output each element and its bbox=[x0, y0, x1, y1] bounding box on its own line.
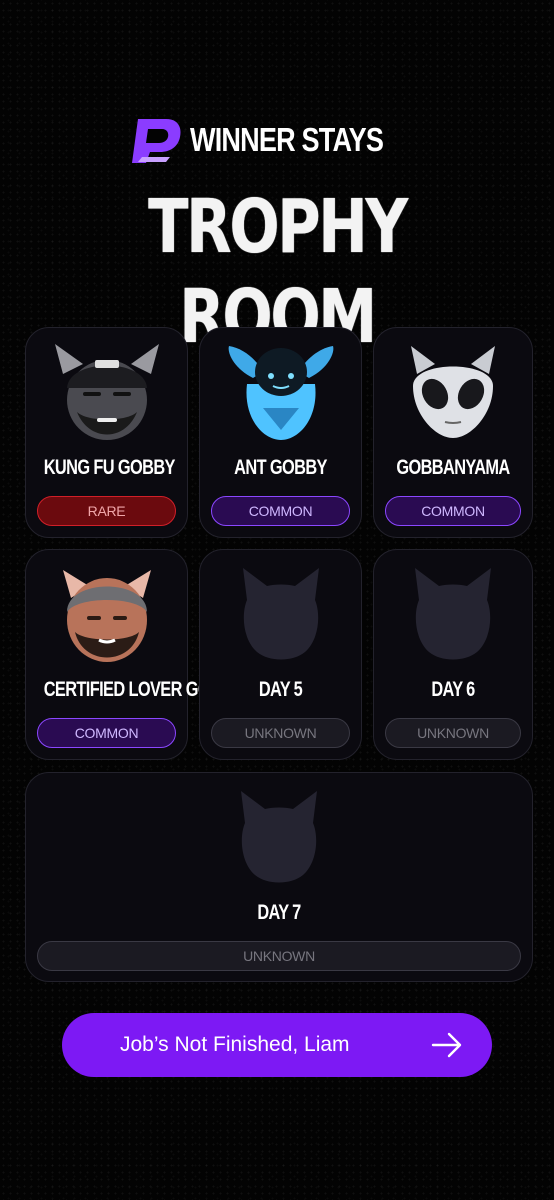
locked-silhouette-icon bbox=[241, 791, 317, 883]
kung-fu-gobby-avatar bbox=[54, 344, 159, 440]
rarity-badge: COMMON bbox=[37, 718, 176, 748]
rarity-badge: UNKNOWN bbox=[385, 718, 521, 748]
trophy-card-day-6[interactable]: DAY 6 UNKNOWN bbox=[373, 549, 533, 760]
rarity-badge: RARE bbox=[37, 496, 176, 526]
trophy-name: KUNG FU GOBBY bbox=[43, 456, 176, 479]
locked-silhouette-icon bbox=[242, 568, 319, 660]
gobbanyama-avatar bbox=[411, 346, 495, 438]
trophy-name: GOBBANYAMA bbox=[396, 456, 510, 479]
brand-name: WINNER STAYS bbox=[190, 121, 384, 158]
rarity-badge: COMMON bbox=[211, 496, 350, 526]
page-header: WINNER STAYS TROPHY ROOM bbox=[0, 112, 554, 362]
jobs-not-finished-button[interactable]: Job’s Not Finished, Liam bbox=[62, 1013, 492, 1077]
trophy-name: ANT GOBBY bbox=[234, 456, 327, 479]
trophy-card-kung-fu-gobby[interactable]: KUNG FU GOBBY RARE bbox=[25, 327, 188, 538]
trophy-name: DAY 5 bbox=[258, 678, 303, 701]
trophy-card-day-5[interactable]: DAY 5 UNKNOWN bbox=[199, 549, 362, 760]
trophy-card-ant-gobby[interactable]: ANT GOBBY COMMON bbox=[199, 327, 362, 538]
trophy-name: DAY 6 bbox=[431, 678, 475, 701]
trophy-name: CERTIFIED LOVER GOB bbox=[43, 678, 222, 701]
rarity-badge: UNKNOWN bbox=[37, 941, 521, 971]
trophy-card-certified-lover-gob[interactable]: CERTIFIED LOVER GOB COMMON bbox=[25, 549, 222, 760]
cta-label: Job’s Not Finished, Liam bbox=[120, 1033, 350, 1056]
locked-silhouette-icon bbox=[415, 568, 491, 660]
certified-lover-gob-avatar bbox=[62, 570, 151, 662]
rarity-badge: UNKNOWN bbox=[211, 718, 350, 748]
trophy-card-gobbanyama[interactable]: GOBBANYAMA COMMON bbox=[373, 327, 533, 538]
arrow-right-icon bbox=[431, 1032, 462, 1058]
ant-gobby-avatar bbox=[228, 346, 333, 440]
trophy-name: DAY 7 bbox=[257, 901, 301, 924]
rarity-badge: COMMON bbox=[385, 496, 521, 526]
winner-stays-logo-icon bbox=[132, 119, 181, 163]
brand-lockup: WINNER STAYS bbox=[0, 112, 554, 168]
trophy-card-day-7[interactable]: DAY 7 UNKNOWN bbox=[25, 772, 533, 982]
